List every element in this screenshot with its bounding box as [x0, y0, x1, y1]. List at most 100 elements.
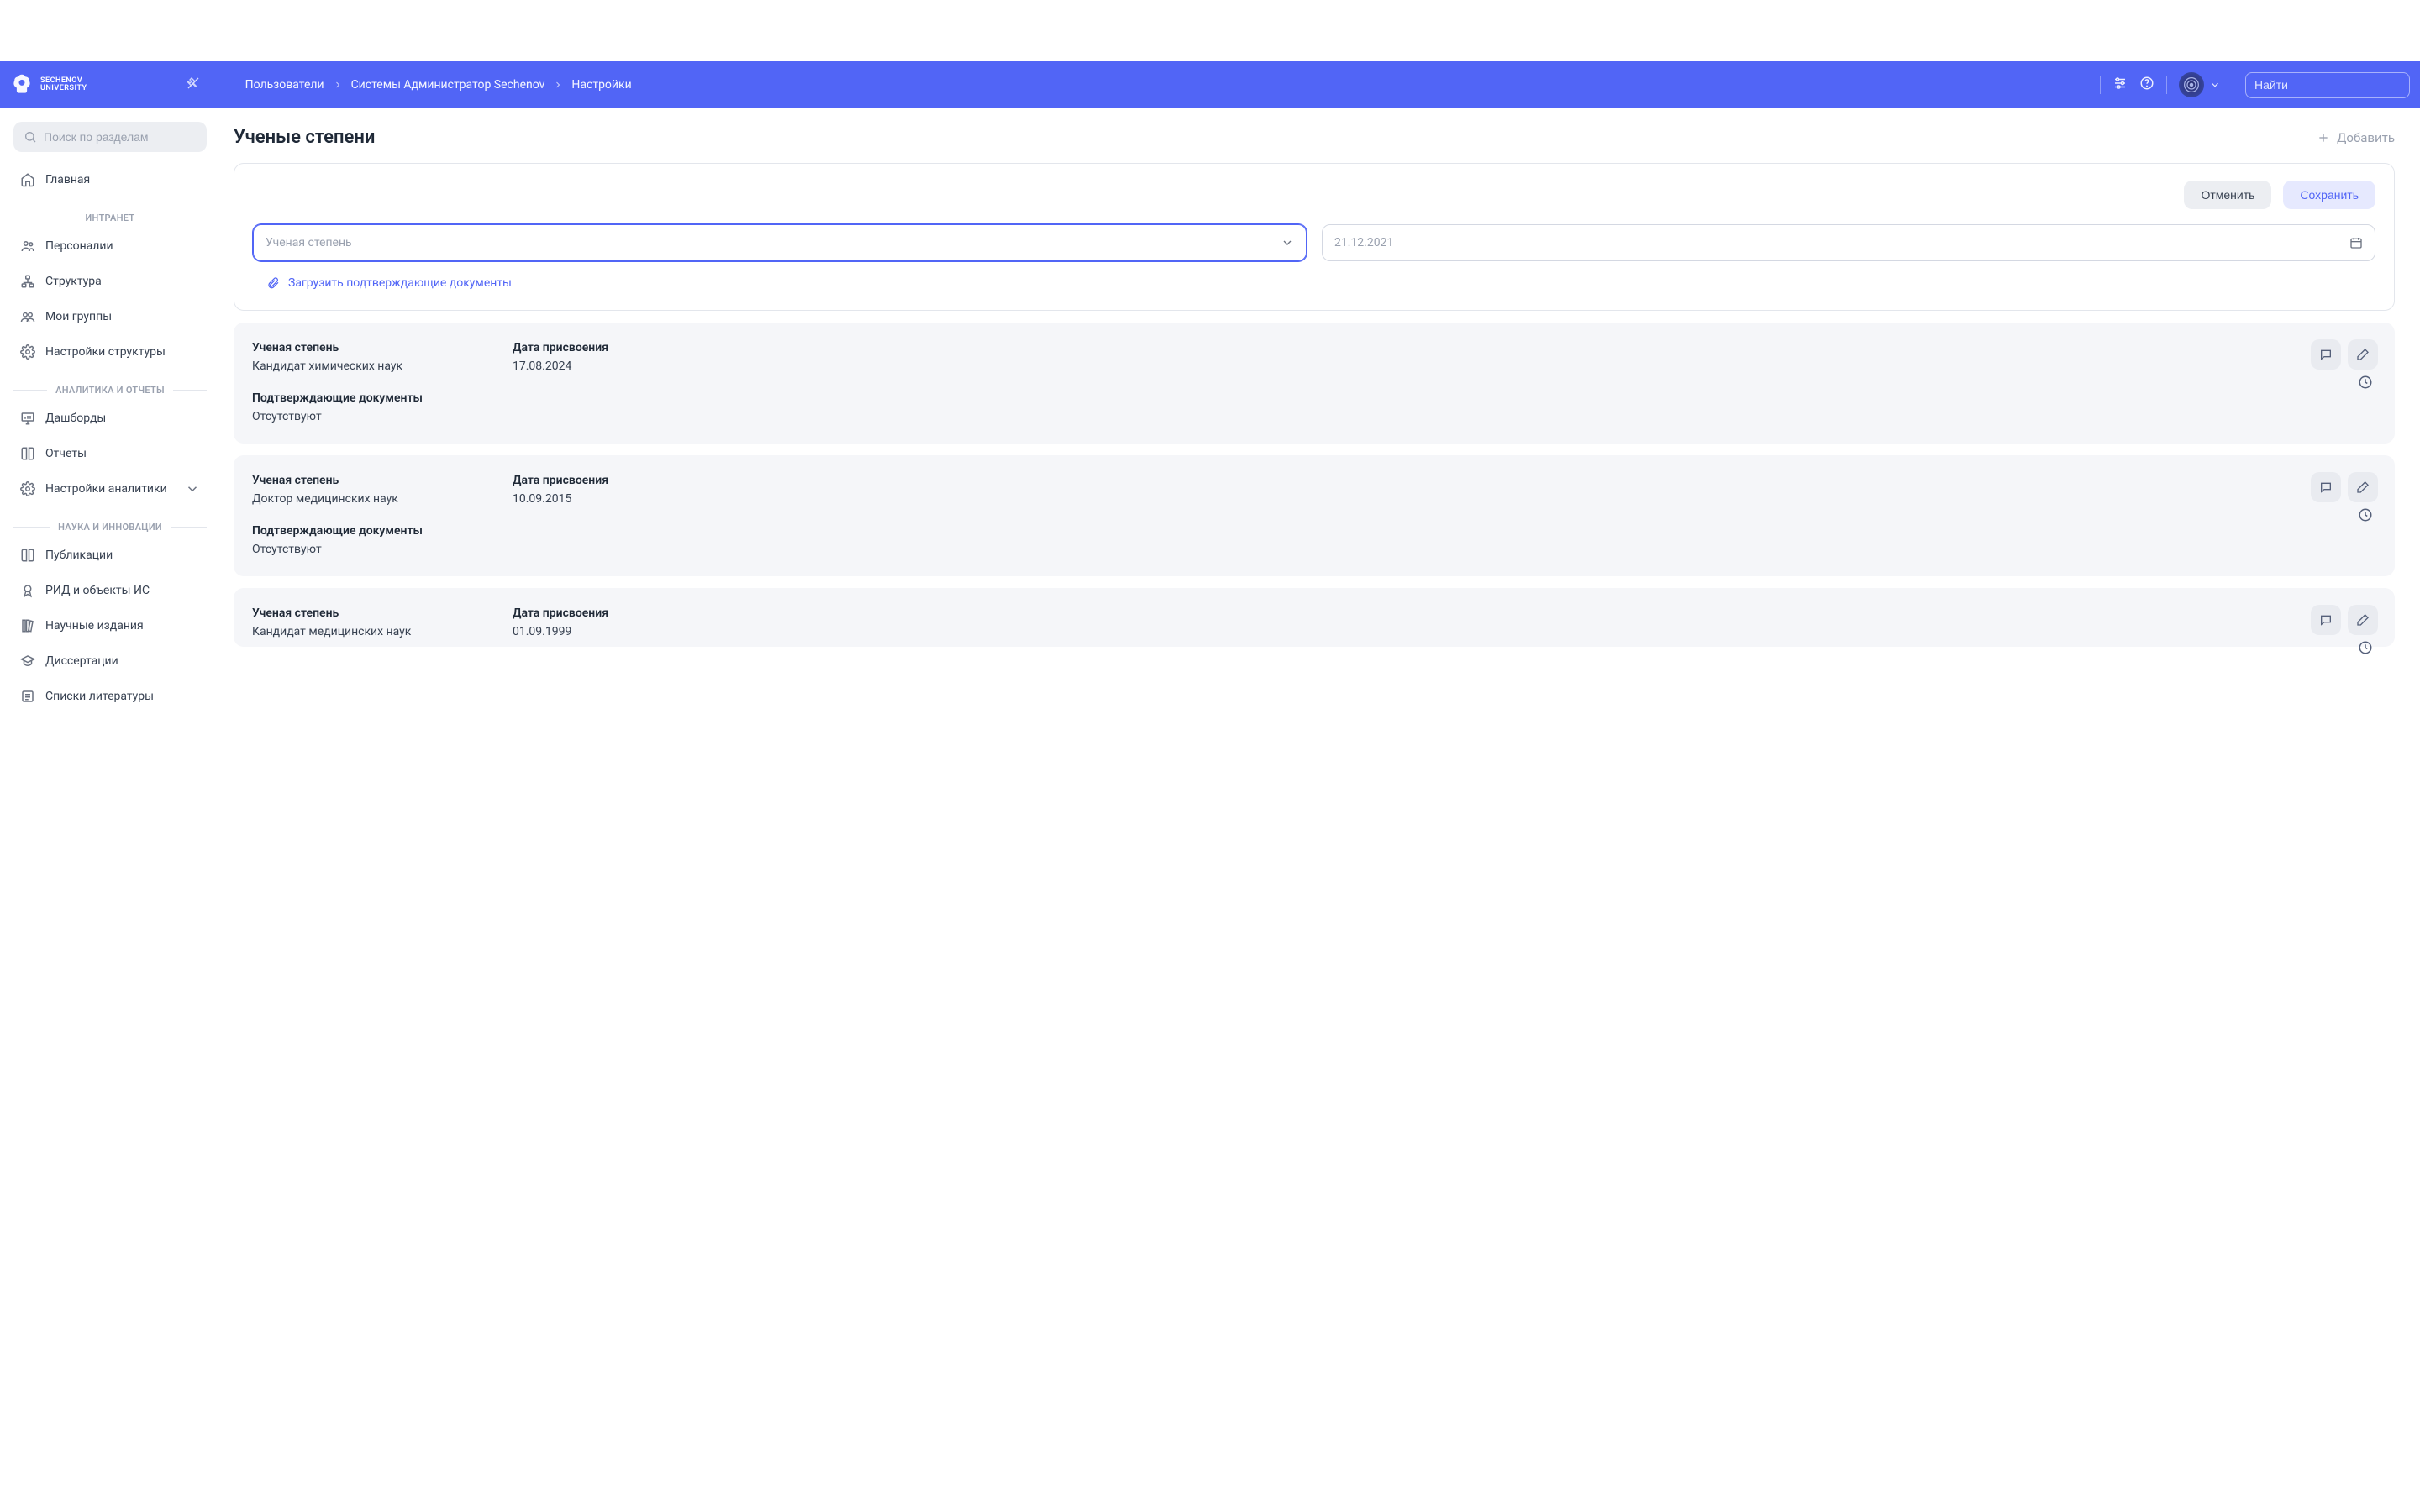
sidebar-item-dissertations[interactable]: Диссертации [13, 643, 207, 679]
sidebar-item-label: РИД и объекты ИС [45, 584, 150, 597]
chevron-right-icon [553, 80, 563, 90]
edit-button[interactable] [2348, 605, 2378, 635]
comment-icon [2319, 348, 2333, 361]
degree-card: Ученая степень Кандидат химических наук … [234, 323, 2395, 444]
avatar [2179, 72, 2204, 97]
date-input[interactable]: 21.12.2021 [1322, 224, 2375, 261]
sidebar-search-input[interactable] [44, 130, 197, 144]
divider [2166, 76, 2167, 94]
history-icon[interactable] [2358, 640, 2373, 659]
sidebar-item-label: Настройки аналитики [45, 482, 167, 496]
chevron-down-icon [1281, 236, 1294, 249]
sidebar-item-label: Научные издания [45, 619, 144, 633]
date-value: 17.08.2024 [513, 360, 723, 373]
breadcrumb-admin[interactable]: Системы Администратор Sechenov [351, 78, 545, 92]
comment-button[interactable] [2311, 472, 2341, 502]
date-value: 01.09.1999 [513, 625, 723, 638]
degree-card: Ученая степень Доктор медицинских наук Д… [234, 455, 2395, 576]
degree-label: Ученая степень [252, 606, 479, 620]
degree-label: Ученая степень [252, 341, 479, 354]
sidebar-item-sci-editions[interactable]: Научные издания [13, 608, 207, 643]
degree-select[interactable]: Ученая степень [253, 224, 1307, 261]
edit-button[interactable] [2348, 339, 2378, 370]
help-icon[interactable] [2139, 76, 2154, 94]
edit-button[interactable] [2348, 472, 2378, 502]
global-search[interactable] [2245, 72, 2410, 98]
calendar-icon [2349, 236, 2363, 249]
sidebar-item-publications[interactable]: Публикации [13, 538, 207, 573]
upload-docs-link[interactable]: Загрузить подтверждающие документы [253, 276, 2375, 290]
sidebar-item-label: Персоналии [45, 239, 113, 253]
sidebar-item-reports[interactable]: Отчеты [13, 436, 207, 471]
list-icon [20, 689, 35, 704]
save-button[interactable]: Сохранить [2283, 181, 2375, 209]
sidebar-item-label: Главная [45, 173, 90, 186]
sitemap-icon [20, 274, 35, 289]
breadcrumb: Пользователи Системы Администратор Seche… [245, 78, 632, 92]
degree-label: Ученая степень [252, 474, 479, 487]
comment-button[interactable] [2311, 605, 2341, 635]
sidebar-group-analytics: АНАЛИТИКА И ОТЧЕТЫ [13, 385, 207, 396]
sidebar-item-structure[interactable]: Структура [13, 264, 207, 299]
chevron-down-icon [185, 481, 200, 496]
sidebar-item-dashboards[interactable]: Дашборды [13, 401, 207, 436]
sidebar-item-personnel[interactable]: Персоналии [13, 228, 207, 264]
degree-placeholder: Ученая степень [266, 236, 352, 249]
award-icon [20, 583, 35, 598]
plus-icon [2317, 131, 2330, 144]
history-icon[interactable] [2358, 375, 2373, 393]
sidebar-item-bibliography[interactable]: Списки литературы [13, 679, 207, 714]
book-open-icon [20, 548, 35, 563]
sidebar: Главная ИНТРАНЕТ Персоналии Структура Мо… [0, 108, 220, 727]
edit-icon [2356, 480, 2370, 494]
book-icon [20, 446, 35, 461]
paperclip-icon [266, 276, 280, 290]
brain-logo-icon [10, 73, 34, 97]
comment-button[interactable] [2311, 339, 2341, 370]
gear-icon [20, 344, 35, 360]
cancel-button[interactable]: Отменить [2184, 181, 2271, 209]
add-label: Добавить [2337, 130, 2395, 145]
sidebar-item-rid[interactable]: РИД и объекты ИС [13, 573, 207, 608]
global-search-input[interactable] [2254, 78, 2407, 92]
users-icon [20, 239, 35, 254]
docs-label: Подтверждающие документы [252, 391, 2376, 405]
sidebar-item-label: Списки литературы [45, 690, 154, 703]
books-icon [20, 618, 35, 633]
breadcrumb-settings[interactable]: Настройки [571, 78, 631, 92]
unpin-icon[interactable] [187, 76, 200, 93]
sidebar-search[interactable] [13, 122, 207, 152]
date-label: Дата присвоения [513, 474, 723, 487]
page-title: Ученые степени [234, 127, 375, 148]
top-bar: SECHENOV UNIVERSITY Пользователи Системы… [0, 61, 2420, 108]
history-icon[interactable] [2358, 507, 2373, 526]
search-icon [24, 130, 37, 144]
breadcrumb-users[interactable]: Пользователи [245, 78, 324, 92]
docs-value: Отсутствуют [252, 543, 2376, 556]
date-label: Дата присвоения [513, 341, 723, 354]
sidebar-item-groups[interactable]: Мои группы [13, 299, 207, 334]
sidebar-item-label: Отчеты [45, 447, 87, 460]
date-placeholder: 21.12.2021 [1334, 236, 1393, 249]
edit-icon [2356, 613, 2370, 627]
date-label: Дата присвоения [513, 606, 723, 620]
sidebar-item-analytics-settings[interactable]: Настройки аналитики [13, 471, 207, 507]
comment-icon [2319, 613, 2333, 627]
gear-icon [20, 481, 35, 496]
settings-sliders-icon[interactable] [2112, 76, 2128, 94]
logo[interactable]: SECHENOV UNIVERSITY [10, 73, 96, 97]
chevron-right-icon [333, 80, 343, 90]
sidebar-item-home[interactable]: Главная [13, 162, 207, 197]
upload-label: Загрузить подтверждающие документы [288, 276, 512, 290]
comment-icon [2319, 480, 2333, 494]
sidebar-item-struct-settings[interactable]: Настройки структуры [13, 334, 207, 370]
user-menu[interactable] [2179, 72, 2221, 97]
docs-label: Подтверждающие документы [252, 524, 2376, 538]
date-value: 10.09.2015 [513, 492, 723, 506]
degree-value: Доктор медицинских наук [252, 492, 479, 506]
editor-card: Отменить Сохранить Ученая степень 21.12.… [234, 163, 2395, 311]
docs-value: Отсутствуют [252, 410, 2376, 423]
home-icon [20, 172, 35, 187]
add-button[interactable]: Добавить [2317, 130, 2395, 145]
presentation-icon [20, 411, 35, 426]
